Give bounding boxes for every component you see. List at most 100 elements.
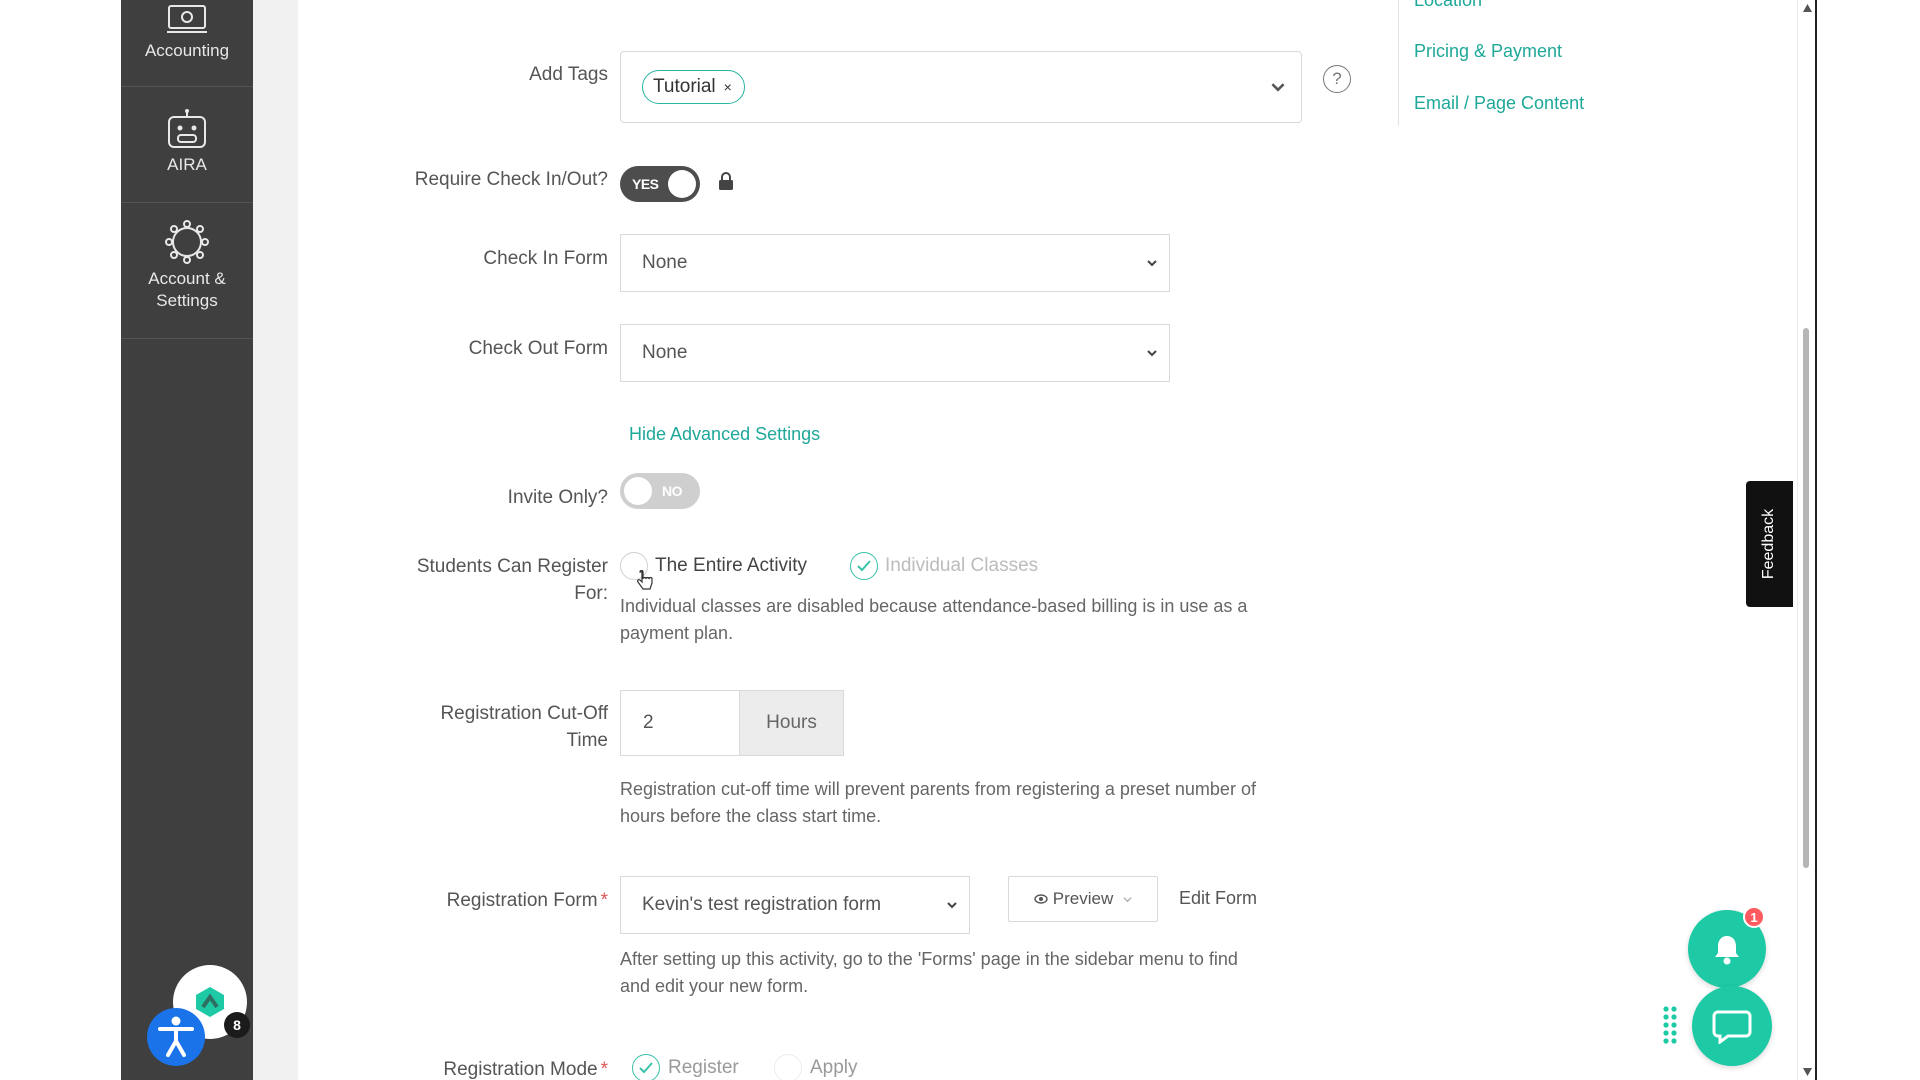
invite-only-toggle[interactable]: NO [620,473,700,509]
radio-register-label[interactable]: Register [668,1057,739,1079]
scroll-down-arrow-icon[interactable] [1803,1068,1812,1076]
help-icon[interactable]: ? [1323,65,1351,93]
edit-form-link[interactable]: Edit Form [1179,888,1257,909]
help-line: Registration cut-off time will prevent p… [620,779,1256,799]
radio-individual-classes-label: Individual Classes [885,555,1039,576]
students-register-help: Individual classes are disabled because … [620,593,1247,647]
chevron-down-icon [1147,260,1157,267]
hand-cursor-icon [637,570,653,590]
students-register-label: Students Can Register For: [298,553,608,607]
robot-icon [168,109,206,148]
cutoff-help: Registration cut-off time will prevent p… [620,776,1256,830]
section-nav-email-content[interactable]: Email / Page Content [1414,93,1584,114]
app-sidebar: Accounting AIRA Account & Settings 8 [121,0,253,1080]
eye-icon [1034,894,1048,904]
toggle-state: NO [662,483,683,499]
radio-individual-classes [850,552,878,580]
require-check-toggle[interactable]: YES [620,166,700,202]
toggle-knob [624,477,652,505]
label-line: For: [574,583,608,604]
radio-apply[interactable] [774,1054,802,1080]
chevron-down-icon [1147,350,1157,357]
sidebar-divider [121,338,253,339]
sidebar-item-label: AIRA [167,155,207,174]
help-line: hours before the class start time. [620,806,882,826]
select-value: Kevin's test registration form [642,894,882,915]
toggle-knob [668,170,696,198]
accessibility-button[interactable] [147,1008,205,1066]
sidebar-item-label: Accounting [144,41,230,60]
help-line: Individual classes are disabled because … [620,596,1248,616]
check-out-form-label: Check Out Form [468,338,608,359]
check-icon [639,1062,653,1074]
section-nav-pricing[interactable]: Pricing & Payment [1414,41,1562,62]
preview-button[interactable]: Preview [1008,876,1158,922]
add-tags-label: Add Tags [529,64,608,85]
radio-entire-activity-label[interactable]: The Entire Activity [655,555,807,577]
sidebar-item-label: Settings [156,291,218,310]
chat-button[interactable] [1692,986,1772,1066]
label-line: Students Can Register [416,556,608,577]
cutoff-hours-input[interactable]: 2 [620,690,740,756]
profile-badge: 8 [224,1012,250,1038]
hide-advanced-settings-link[interactable]: Hide Advanced Settings [629,424,820,445]
page-margin [0,0,121,1080]
select-value: None [642,342,688,363]
chevron-down-icon [1123,896,1132,902]
required-mark: * [600,1059,608,1080]
accessibility-icon [158,1016,194,1057]
require-check-label: Require Check In/Out? [414,169,608,190]
help-line: After setting up this activity, go to th… [620,949,1238,969]
cash-register-icon [167,5,207,33]
registration-form-select[interactable]: Kevin's test registration form [620,876,970,934]
chat-bubble-icon [1712,1010,1752,1044]
check-in-form-label: Check In Form [483,248,608,269]
chevron-down-icon[interactable] [1271,80,1285,94]
section-nav-location[interactable]: Location [1414,0,1482,11]
feedback-label: Feedback [1760,508,1778,580]
check-out-form-select[interactable]: None [620,324,1170,382]
radio-apply-label[interactable]: Apply [810,1057,858,1079]
help-line: and edit your new form. [620,976,809,996]
section-nav-divider [1398,0,1399,126]
sidebar-gutter [253,0,298,1080]
help-line: payment plan. [620,623,734,643]
invite-only-label: Invite Only? [507,487,608,508]
label-text: Registration Mode [443,1059,598,1080]
select-value: None [642,252,688,273]
window-right-edge [1815,0,1920,1080]
add-tags-field[interactable]: Tutorial × [620,51,1302,123]
sidebar-item-account-settings[interactable]: Account & Settings [121,220,253,312]
notification-count-badge: 1 [1743,906,1765,928]
check-icon [857,560,871,572]
registration-mode-label: Registration Mode * [298,1056,608,1080]
check-in-form-select[interactable]: None [620,234,1170,292]
cutoff-unit-addon: Hours [740,690,844,756]
app-logo-icon [196,987,224,1017]
label-line: Time [566,730,608,751]
vertical-scrollbar[interactable] [1797,0,1815,1080]
radio-register[interactable] [632,1054,660,1080]
scroll-up-arrow-icon[interactable] [1803,4,1812,12]
chevron-down-icon [947,902,957,909]
preview-button-label: Preview [1052,889,1114,908]
label-text: Registration Form [446,890,598,911]
toggle-state: YES [632,176,659,192]
sidebar-item-aira[interactable]: AIRA [121,108,253,176]
cutoff-label: Registration Cut-Off Time [298,700,608,754]
sidebar-item-accounting[interactable]: Accounting [121,4,253,62]
label-line: Registration Cut-Off [440,703,608,724]
tag-chip-label: Tutorial [653,76,716,97]
gear-icon [165,220,209,264]
drag-handle-icon[interactable] [1662,1005,1678,1047]
scrollbar-thumb[interactable] [1803,328,1809,868]
registration-form-label: Registration Form * [298,887,608,914]
sidebar-divider [121,86,253,87]
registration-form-help: After setting up this activity, go to th… [620,946,1238,1000]
sidebar-divider [121,202,253,203]
bell-icon [1715,936,1739,965]
tag-remove-button[interactable]: × [724,79,732,95]
feedback-tab[interactable]: Feedback [1746,481,1793,607]
lock-icon [719,172,733,190]
required-mark: * [600,890,608,911]
